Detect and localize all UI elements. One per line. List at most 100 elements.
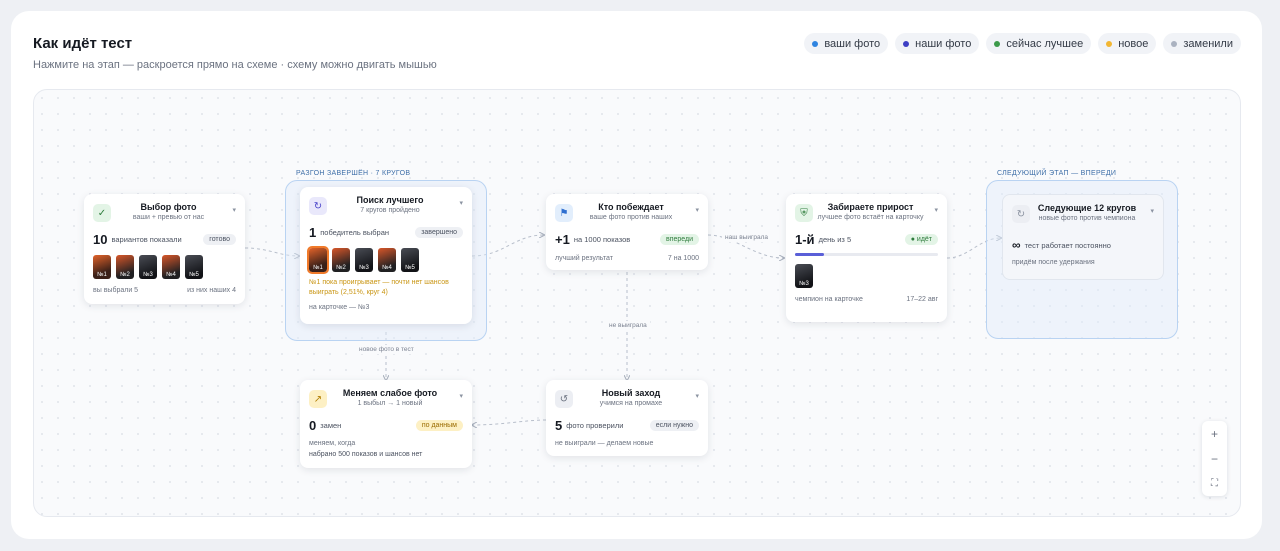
- node-note: не выиграли — делаем новые: [555, 440, 654, 447]
- flag-icon: ⚑: [555, 204, 573, 222]
- chevron-down-icon[interactable]: ▾: [226, 206, 236, 214]
- photo-thumb[interactable]: №4: [378, 248, 396, 272]
- node-stat-label: замен: [320, 420, 342, 430]
- legend-dot-icon: [1106, 40, 1113, 47]
- status-badge: готово: [203, 233, 236, 245]
- legend-dot-icon: [1171, 40, 1178, 47]
- photo-thumb[interactable]: №3: [355, 248, 373, 272]
- node-take-gain[interactable]: ⛨ Забираете прирост лучшее фото встаёт на…: [786, 194, 947, 322]
- group-label: СЛЕДУЮЩИЙ ЭТАП — ВПЕРЕДИ: [997, 170, 1117, 177]
- flow-canvas[interactable]: наш выиграла не выиграла новое фото в те…: [33, 89, 1241, 517]
- fit-view-button[interactable]: ⛶: [1202, 471, 1227, 496]
- node-note: придём после удержания: [1012, 259, 1095, 266]
- photo-thumbnails: №1 №2 №3 №4 №5: [307, 246, 463, 274]
- group-label: РАЗГОН ЗАВЕРШЁН · 7 КРУГОВ: [296, 170, 411, 177]
- check-icon: ✓: [93, 204, 111, 222]
- photo-thumb[interactable]: №2: [332, 248, 350, 272]
- page-subtitle: Нажмите на этап — раскроется прямо на сх…: [33, 59, 437, 71]
- node-stat-label: фото проверили: [566, 420, 624, 430]
- node-stat-value: 0: [309, 417, 317, 433]
- photo-thumb[interactable]: №5: [401, 248, 419, 272]
- refresh-icon: ↻: [1012, 205, 1030, 223]
- day-progress-bar: [795, 253, 938, 256]
- zoom-in-button[interactable]: +: [1202, 421, 1227, 446]
- champion-thumbnail: №3: [795, 264, 938, 288]
- node-foot-right: 17–22 авг: [906, 296, 938, 303]
- infinity-icon: ∞: [1012, 238, 1021, 252]
- photo-thumb[interactable]: №2: [116, 255, 134, 279]
- status-badge: впереди: [659, 233, 699, 245]
- chevron-down-icon[interactable]: ▾: [928, 206, 938, 214]
- node-title: Следующие 12 кругов: [1037, 203, 1137, 213]
- legend-item-best-now: сейчас лучшее: [986, 33, 1092, 54]
- node-stat-value: 10: [93, 231, 108, 247]
- legend-item-new: новое: [1098, 33, 1157, 54]
- legend-label: новое: [1118, 37, 1149, 50]
- node-subtitle: новые фото против чемпиона: [1038, 215, 1136, 222]
- chevron-down-icon[interactable]: ▾: [689, 206, 699, 214]
- progress-fill: [795, 253, 824, 256]
- node-photo-selection[interactable]: ✓ Выбор фото ваши + превью от нас ▾ 10 вар…: [84, 194, 245, 304]
- chevron-down-icon[interactable]: ▾: [453, 392, 463, 400]
- photo-thumb[interactable]: №1: [307, 246, 329, 274]
- status-badge: ● идёт: [904, 233, 938, 245]
- photo-thumb[interactable]: №3: [795, 264, 813, 288]
- photo-thumb[interactable]: №4: [162, 255, 180, 279]
- edge-label-new-photo: новое фото в тест: [356, 345, 417, 354]
- node-subtitle: ваши + превью от нас: [132, 214, 205, 221]
- node-best-search[interactable]: ↻ Поиск лучшего 7 кругов пройдено ▾ 1 побе…: [300, 187, 472, 324]
- photo-thumb[interactable]: №5: [185, 255, 203, 279]
- node-foot-left: чемпион на карточке: [795, 296, 863, 303]
- node-next-rounds[interactable]: ↻ Следующие 12 кругов новые фото против ч…: [1002, 194, 1164, 280]
- node-subtitle: учимся на промахе: [599, 400, 663, 407]
- chevron-down-icon[interactable]: ▾: [1144, 207, 1154, 215]
- node-note: набрано 500 показов и шансов нет: [309, 451, 423, 458]
- node-title: Забираете прирост: [827, 202, 914, 212]
- photo-thumb[interactable]: №3: [139, 255, 157, 279]
- node-stat-value: +1: [555, 231, 570, 247]
- undo-icon: ↺: [555, 390, 573, 408]
- node-subtitle: 1 выбыл → 1 новый: [357, 400, 423, 407]
- chevron-down-icon[interactable]: ▾: [453, 199, 463, 207]
- edge-retry-swap: [472, 419, 547, 425]
- node-stat-value: 1-й: [795, 231, 815, 247]
- node-who-wins[interactable]: ⚑ Кто побеждает ваше фото против наших ▾ …: [546, 194, 708, 270]
- legend-item-our-photos: наши фото: [895, 33, 980, 54]
- node-note: меняем, когда: [309, 440, 356, 447]
- legend-item-replaced: заменили: [1163, 33, 1241, 54]
- node-foot-right: 7 на 1000: [667, 255, 699, 262]
- node-stat-label: день из 5: [818, 234, 852, 244]
- legend-dot-icon: [994, 40, 1001, 47]
- arrow-up-right-icon: ↗: [309, 390, 327, 408]
- node-foot-left: вы выбрали 5: [93, 287, 139, 294]
- node-subtitle: ваше фото против наших: [589, 214, 673, 221]
- legend: ваши фото наши фото сейчас лучшее новое …: [804, 33, 1241, 54]
- edge-label-our-won: наш выиграла: [722, 233, 771, 242]
- node-title: Новый заход: [601, 388, 661, 398]
- photo-thumb[interactable]: №1: [93, 255, 111, 279]
- shield-icon: ⛨: [795, 204, 813, 222]
- node-note: на карточке — №3: [309, 304, 370, 311]
- legend-item-your-photos: ваши фото: [804, 33, 889, 54]
- node-stat-label: победитель выбран: [320, 227, 390, 237]
- node-title: Выбор фото: [140, 202, 197, 212]
- node-stat-value: 5: [555, 417, 563, 433]
- node-new-attempt[interactable]: ↺ Новый заход учимся на промахе ▾ 5 фото п…: [546, 380, 708, 456]
- legend-label: ваши фото: [824, 37, 881, 50]
- node-subtitle: лучшее фото встаёт на карточку: [817, 214, 924, 221]
- node-title: Кто побеждает: [598, 202, 664, 212]
- chevron-down-icon[interactable]: ▾: [689, 392, 699, 400]
- node-stat-label: тест работает постоянно: [1024, 240, 1111, 250]
- legend-dot-icon: [812, 40, 819, 47]
- edge-label-not-won: не выиграла: [606, 321, 650, 330]
- node-stat-label: вариантов показали: [111, 234, 182, 244]
- node-title: Поиск лучшего: [356, 195, 424, 205]
- node-stat-value: 1: [309, 224, 317, 240]
- legend-label: сейчас лучшее: [1006, 37, 1084, 50]
- status-badge: по данным: [415, 419, 463, 431]
- legend-label: заменили: [1183, 37, 1233, 50]
- zoom-out-button[interactable]: −: [1202, 446, 1227, 471]
- warning-text: №1 пока проигрывает — почти нет шансов в…: [309, 279, 449, 296]
- node-replace-weak[interactable]: ↗ Меняем слабое фото 1 выбыл → 1 новый ▾ …: [300, 380, 472, 468]
- status-badge: завершено: [415, 226, 463, 238]
